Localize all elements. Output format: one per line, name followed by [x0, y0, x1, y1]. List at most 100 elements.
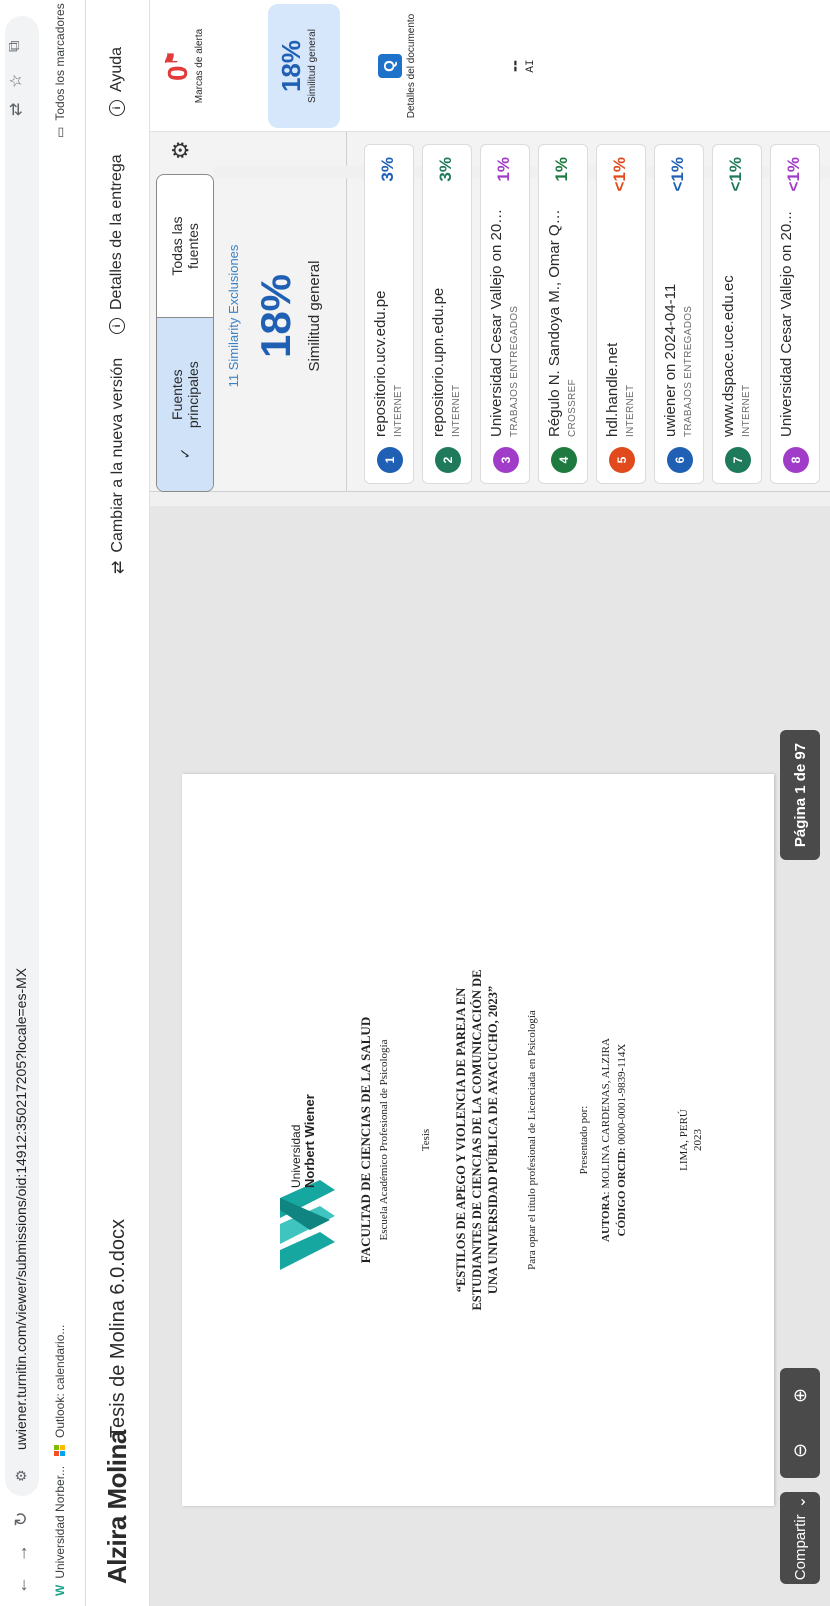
- orcid-label: CÓDIGO ORCID:: [616, 1147, 628, 1237]
- zoom-in-icon[interactable]: ⊕: [780, 1368, 820, 1423]
- source-title: repositorio.ucv.edu.pe: [372, 290, 389, 437]
- source-type: TRABAJOS ENTREGADOS: [509, 305, 520, 437]
- source-card[interactable]: 8 Universidad Cesar Vallejo on 20... <1%: [770, 144, 820, 484]
- source-title: www.dspace.uce.edu.ec: [720, 275, 737, 437]
- source-type: INTERNET: [393, 384, 404, 437]
- source-card[interactable]: 6 uwiener on 2024-04-11 TRABAJOS ENTREGADO…: [654, 144, 704, 484]
- rail-similarity-label: Similitud general: [307, 29, 318, 103]
- translate-icon[interactable]: ⇄: [6, 103, 26, 116]
- exclusions-link[interactable]: 11 Similarity Exclusiones: [226, 166, 241, 466]
- source-percent: <1%: [668, 157, 687, 192]
- info-icon: i: [109, 100, 125, 116]
- source-percent: 3%: [378, 157, 397, 182]
- source-type: TRABAJOS ENTREGADOS: [683, 305, 694, 437]
- reload-icon[interactable]: ↻: [8, 1506, 34, 1532]
- bookmark-label: Todos los marcadores: [53, 3, 67, 121]
- source-card[interactable]: 7 www.dspace.uce.edu.ec INTERNET <1%: [712, 144, 762, 484]
- switch-version-link[interactable]: ⇄ Cambiar a la nueva versión: [108, 358, 128, 574]
- source-title: uwiener on 2024-04-11: [662, 283, 679, 437]
- site-settings-icon[interactable]: ⚙: [13, 1469, 30, 1482]
- rail-similarity-pct: 18%: [276, 39, 306, 93]
- year: 2023: [692, 1129, 704, 1151]
- source-number: 5: [609, 447, 635, 473]
- bookmarks-bar: W Universidad Norber... Outlook: calenda…: [44, 0, 78, 1606]
- source-card[interactable]: 3 Universidad Cesar Vallejo on 2023... TRA…: [480, 144, 530, 484]
- forward-icon[interactable]: →: [8, 1540, 34, 1566]
- source-percent: 3%: [436, 157, 455, 182]
- source-card[interactable]: 5 hdl.handle.net INTERNET <1%: [596, 144, 646, 484]
- zoom-controls: ⊖ ⊕: [780, 1368, 820, 1478]
- source-percent: <1%: [610, 157, 629, 192]
- school: Escuela Académico Profesional de Psicolo…: [378, 1039, 390, 1241]
- ai-button[interactable]: -- AI: [504, 6, 537, 126]
- uni-line2: Norbert Wiener: [302, 1094, 317, 1188]
- source-type: CROSSREF: [567, 379, 578, 437]
- flag-icon: ⚑: [164, 51, 181, 66]
- folder-icon: ▭: [53, 126, 67, 138]
- source-type: INTERNET: [741, 384, 752, 437]
- tab-all-label: Todas las fuentes: [169, 216, 201, 276]
- back-icon[interactable]: ←: [8, 1572, 34, 1598]
- alerts-count: 0: [162, 65, 193, 81]
- alerts-button[interactable]: 0⚑ Marcas de alerta: [162, 6, 205, 126]
- address-bar[interactable]: ⚙ uwiener.turnitin.com/viewer/submission…: [5, 16, 39, 1496]
- browser-chrome: ← → ↻ ⚙ uwiener.turnitin.com/viewer/subm…: [0, 0, 86, 1606]
- help-link[interactable]: i Ayuda: [108, 47, 126, 116]
- divider: [346, 132, 347, 492]
- zoom-out-icon[interactable]: ⊖: [780, 1423, 820, 1478]
- tab-main-sources[interactable]: ✓ Fuentes principales: [157, 318, 213, 491]
- tab-all-sources[interactable]: Todas las fuentes: [157, 175, 213, 319]
- details-label: Detalles del documento: [406, 13, 417, 119]
- source-title: Universidad Cesar Vallejo on 2023...: [488, 207, 505, 437]
- gear-icon[interactable]: ⚙: [168, 140, 194, 160]
- source-percent: 1%: [494, 157, 513, 182]
- overall-similarity: 18%: [252, 273, 299, 359]
- orcid-line: CÓDIGO ORCID: 0000-0001-9839-114X: [616, 774, 628, 1506]
- document-details-button[interactable]: Q Detalles del documento: [378, 6, 417, 126]
- uwiener-favicon-icon: W: [53, 1584, 67, 1596]
- source-number: 3: [493, 447, 519, 473]
- share-label: Compartir: [791, 1514, 809, 1581]
- turnitin-brand: Alzira Molina: [102, 1430, 132, 1584]
- similarity-button[interactable]: 18% Similitud general: [276, 6, 318, 126]
- source-number: 4: [551, 447, 577, 473]
- submission-details-link[interactable]: i Detalles de la entrega: [108, 154, 126, 334]
- bookmark-star-icon[interactable]: ☆: [6, 74, 26, 88]
- university-name: Universidad Norbert Wiener: [289, 1094, 317, 1188]
- degree-purpose: Para optar el título profesional de Lice…: [526, 1010, 538, 1270]
- share-button[interactable]: Compartir ⌄: [780, 1492, 820, 1584]
- thesis-title-line2: ESTUDIANTES DE CIENCIAS DE LA COMUNICACI…: [470, 969, 484, 1311]
- extensions-icon[interactable]: ⧉: [6, 41, 24, 52]
- ai-label: AI: [525, 59, 537, 73]
- source-title: Régulo N. Sandoya M., Omar Quin...: [546, 207, 563, 437]
- app-header: Alzira Molina Tesis de Molina 6.0.docx ⇄…: [86, 0, 150, 1606]
- document-title: Tesis de Molina 6.0.docx: [107, 1218, 129, 1438]
- info-icon: i: [109, 318, 125, 334]
- bookmark-label: Universidad Norber...: [53, 1465, 67, 1579]
- chevron-down-icon: ⌄: [792, 1495, 809, 1509]
- source-percent: 1%: [552, 157, 571, 182]
- bookmark-uwiener[interactable]: W Universidad Norber...: [53, 1466, 67, 1596]
- bookmark-outlook[interactable]: Outlook: calendario...: [53, 1325, 67, 1456]
- thesis-title-line1: “ESTILOS DE APEGO Y VIOLENCIA DE PAREJA …: [454, 987, 468, 1293]
- presented-by: Presentado por:: [578, 1105, 590, 1175]
- source-tabs: ✓ Fuentes principales Todas las fuentes: [156, 174, 214, 492]
- source-percent: <1%: [726, 157, 745, 192]
- viewer-scrollbar[interactable]: [150, 492, 830, 506]
- check-icon: ✓: [177, 447, 193, 460]
- author-label: AUTORA: [600, 1194, 612, 1242]
- help-label: Ayuda: [108, 46, 125, 92]
- source-number: 6: [667, 447, 693, 473]
- source-card[interactable]: 1 repositorio.ucv.edu.pe INTERNET 3%: [364, 144, 414, 484]
- document-viewer[interactable]: Universidad Norbert Wiener FACULTAD DE C…: [150, 492, 830, 1606]
- search-doc-icon: Q: [378, 54, 402, 78]
- bookmark-label: Outlook: calendario...: [53, 1324, 67, 1438]
- city: LIMA, PERÚ: [678, 1109, 690, 1171]
- source-card[interactable]: 4 Régulo N. Sandoya M., Omar Quin... CROSS…: [538, 144, 588, 484]
- source-card[interactable]: 2 repositorio.upn.edu.pe INTERNET 3%: [422, 144, 472, 484]
- source-number: 8: [783, 447, 809, 473]
- source-title: Universidad Cesar Vallejo on 20...: [778, 211, 795, 437]
- switch-version-label: Cambiar a la nueva versión: [109, 357, 126, 553]
- all-bookmarks[interactable]: ▭ Todos los marcadores: [53, 3, 67, 138]
- alerts-label: Marcas de alerta: [194, 28, 205, 104]
